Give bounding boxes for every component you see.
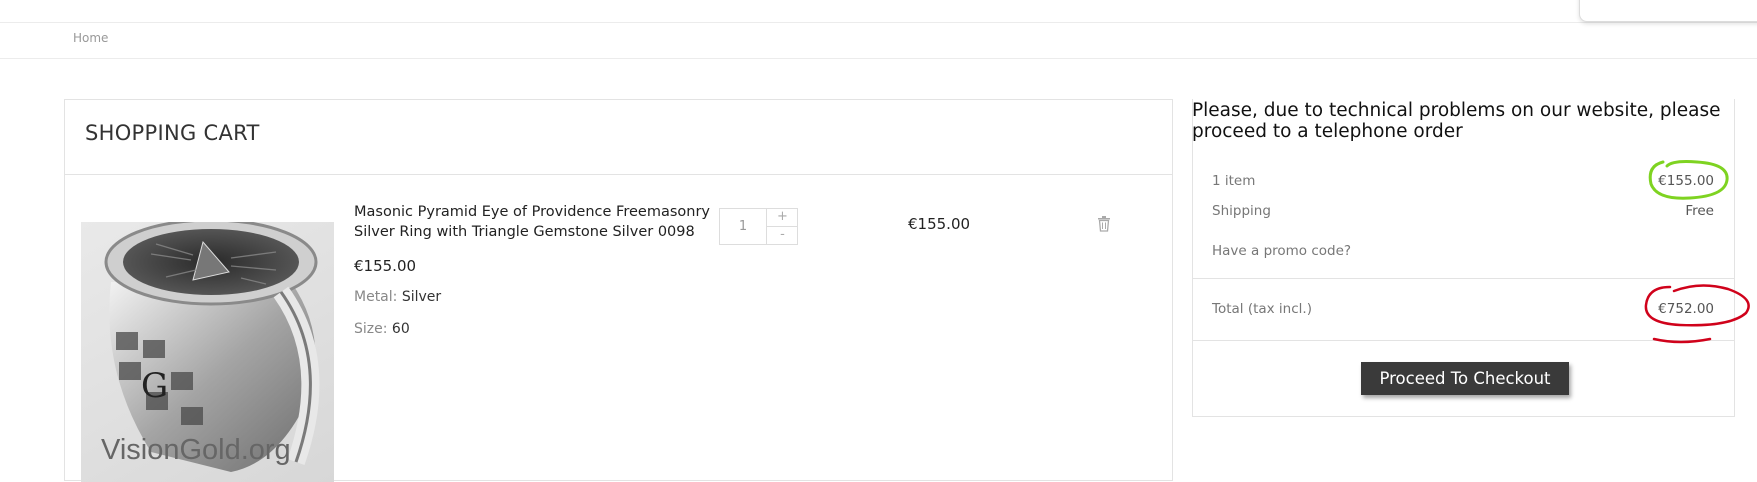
product-name-link[interactable]: Masonic Pyramid Eye of Providence Freema… — [354, 202, 714, 242]
breadcrumb-home-link[interactable]: Home — [73, 31, 108, 45]
items-count-label: 1 item — [1212, 173, 1256, 189]
summary-divider — [1193, 340, 1734, 341]
header-dropdown-panel[interactable] — [1579, 0, 1757, 22]
total-label: Total (tax incl.) — [1212, 301, 1312, 317]
page-title: SHOPPING CART — [85, 121, 260, 145]
summary-divider — [1193, 278, 1734, 279]
items-subtotal: €155.00 — [1658, 173, 1714, 189]
product-unit-price: €155.00 — [354, 257, 417, 275]
line-total-price: €155.00 — [908, 215, 971, 233]
shipping-value: Free — [1685, 203, 1714, 219]
shipping-label: Shipping — [1212, 203, 1271, 219]
attribute-value: 60 — [391, 321, 410, 337]
attribute-label: Size: — [354, 321, 388, 337]
cart-summary-panel: 1 item €155.00 Shipping Free Have a prom… — [1192, 99, 1735, 417]
cart-panel: SHOPPING CART G VisionGold.org Masonic P… — [64, 99, 1173, 482]
proceed-to-checkout-button[interactable]: Proceed To Checkout — [1361, 362, 1569, 395]
trash-icon[interactable] — [1097, 216, 1111, 232]
svg-text:G: G — [141, 366, 168, 406]
quantity-decrease-button[interactable]: - — [766, 227, 798, 244]
quantity-input[interactable] — [720, 209, 766, 244]
product-image[interactable]: G VisionGold.org — [81, 222, 334, 482]
product-attribute-metal: Metal: Silver — [354, 289, 441, 305]
total-value: €752.00 — [1658, 301, 1714, 317]
promo-code-link[interactable]: Have a promo code? — [1212, 243, 1351, 259]
image-watermark: VisionGold.org — [101, 434, 291, 466]
quantity-stepper: + - — [719, 208, 798, 245]
top-header-bar — [0, 0, 1757, 23]
attribute-value: Silver — [401, 289, 442, 305]
cart-header: SHOPPING CART — [65, 100, 1172, 175]
attribute-label: Metal: — [354, 289, 398, 305]
product-attribute-size: Size: 60 — [354, 321, 410, 337]
quantity-increase-button[interactable]: + — [766, 209, 798, 227]
telephone-order-notice: Please, due to technical problems on our… — [1192, 100, 1721, 142]
breadcrumb: Home — [0, 23, 1757, 59]
